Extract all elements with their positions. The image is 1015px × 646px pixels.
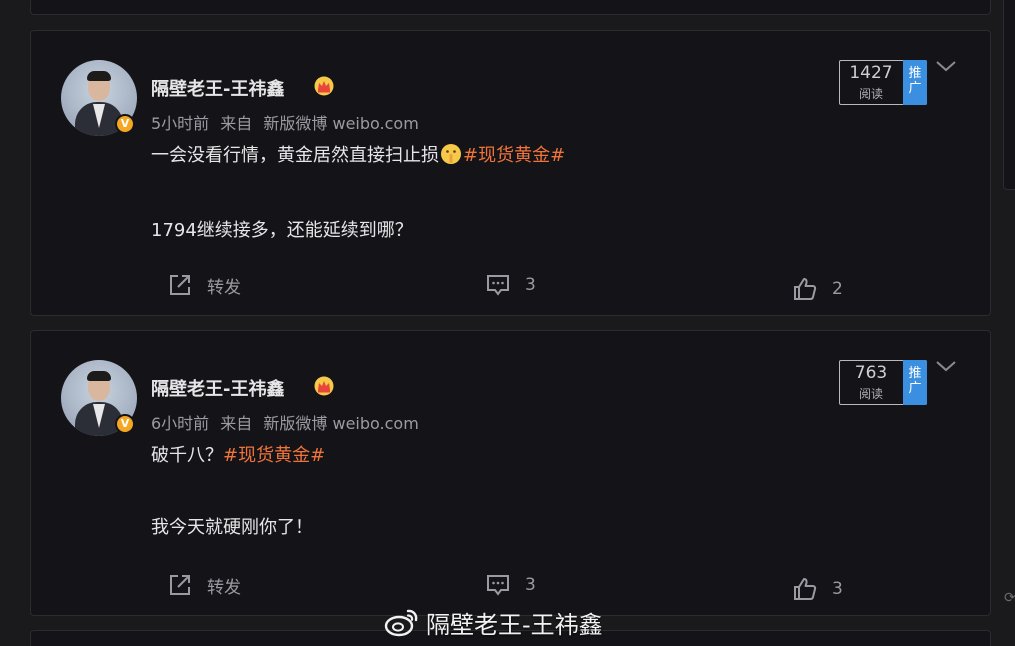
right-sidebar-panel xyxy=(1003,0,1015,190)
read-count-box: 1427 阅读 推广 xyxy=(839,60,927,105)
post-action-bar: 转发 3 2 xyxy=(31,267,990,303)
repost-button[interactable]: 转发 xyxy=(167,267,241,303)
previous-post-card xyxy=(30,0,991,15)
feed-page: ⟳ V 隔壁老王-王祎鑫 5小时前 来自 新版微博 weibo.com 一会没看… xyxy=(0,0,1015,646)
comment-icon xyxy=(487,275,509,296)
post-text: 破千八？ xyxy=(151,445,223,466)
source-prefix: 来自 xyxy=(220,414,253,433)
post-meta: 6小时前 来自 新版微博 weibo.com xyxy=(151,410,419,434)
post-card: V 隔壁老王-王祎鑫 6小时前 来自 新版微博 weibo.com 破千八？#现… xyxy=(30,330,991,616)
verified-badge-icon: V xyxy=(115,114,135,134)
read-count-box: 763 阅读 推广 xyxy=(839,360,927,405)
post-text-line-2: 我今天就硬刚你了！ xyxy=(151,517,313,538)
post-source[interactable]: 新版微博 weibo.com xyxy=(263,114,418,133)
post-text-line-2: 1794继续接多，还能延续到哪？ xyxy=(151,220,413,241)
share-box-icon xyxy=(170,575,190,595)
verified-badge-icon: V xyxy=(115,414,135,434)
chevron-down-icon[interactable] xyxy=(935,359,957,373)
author-name[interactable]: 隔壁老王-王祎鑫 xyxy=(151,375,284,401)
repost-button[interactable]: 转发 xyxy=(167,567,241,603)
author-name[interactable]: 隔壁老王-王祎鑫 xyxy=(151,75,284,101)
weibo-logo-icon xyxy=(384,609,418,637)
post-time[interactable]: 5小时前 xyxy=(151,114,209,133)
read-count: 1427 xyxy=(849,63,893,83)
comment-count: 3 xyxy=(525,275,536,295)
crown-badge-icon[interactable] xyxy=(313,376,335,396)
promote-button[interactable]: 推广 xyxy=(903,60,927,105)
comment-button[interactable]: 3 xyxy=(485,567,536,603)
sidebar-refresh-icon[interactable]: ⟳ xyxy=(1004,590,1015,606)
post-text-line-1: 一会没看行情，黄金居然直接扫止损 #现货黄金# xyxy=(151,141,565,167)
chevron-down-icon[interactable] xyxy=(935,59,957,73)
source-prefix: 来自 xyxy=(220,114,253,133)
thumbs-up-icon xyxy=(794,278,817,300)
post-meta: 5小时前 来自 新版微博 weibo.com xyxy=(151,110,419,134)
promote-button[interactable]: 推广 xyxy=(903,360,927,405)
comment-count: 3 xyxy=(525,575,536,595)
weibo-watermark: 隔壁老王-王祎鑫 xyxy=(384,604,603,640)
repost-label: 转发 xyxy=(207,277,241,298)
read-label: 阅读 xyxy=(858,387,883,401)
like-count: 2 xyxy=(832,279,843,299)
share-box-icon xyxy=(170,275,190,295)
comment-button[interactable]: 3 xyxy=(485,267,536,303)
shushing-face-emoji-icon xyxy=(441,144,461,164)
like-count: 3 xyxy=(832,579,843,599)
post-source[interactable]: 新版微博 weibo.com xyxy=(263,414,418,433)
hashtag-link[interactable]: #现货黄金# xyxy=(463,145,565,166)
thumbs-up-icon xyxy=(794,578,817,600)
crown-badge-icon[interactable] xyxy=(313,76,335,96)
like-button[interactable]: 3 xyxy=(792,571,843,607)
post-text: 一会没看行情，黄金居然直接扫止损 xyxy=(151,145,439,166)
post-action-bar: 转发 3 3 xyxy=(31,567,990,603)
post-time[interactable]: 6小时前 xyxy=(151,414,209,433)
hashtag-link[interactable]: #现货黄金# xyxy=(223,445,325,466)
read-label: 阅读 xyxy=(858,87,883,101)
repost-label: 转发 xyxy=(207,577,241,598)
watermark-text: 隔壁老王-王祎鑫 xyxy=(426,610,603,639)
post-card: V 隔壁老王-王祎鑫 5小时前 来自 新版微博 weibo.com 一会没看行情… xyxy=(30,30,991,316)
read-count: 763 xyxy=(854,363,888,383)
like-button[interactable]: 2 xyxy=(792,271,843,307)
post-text-line-1: 破千八？#现货黄金# xyxy=(151,441,325,467)
comment-icon xyxy=(487,575,509,596)
